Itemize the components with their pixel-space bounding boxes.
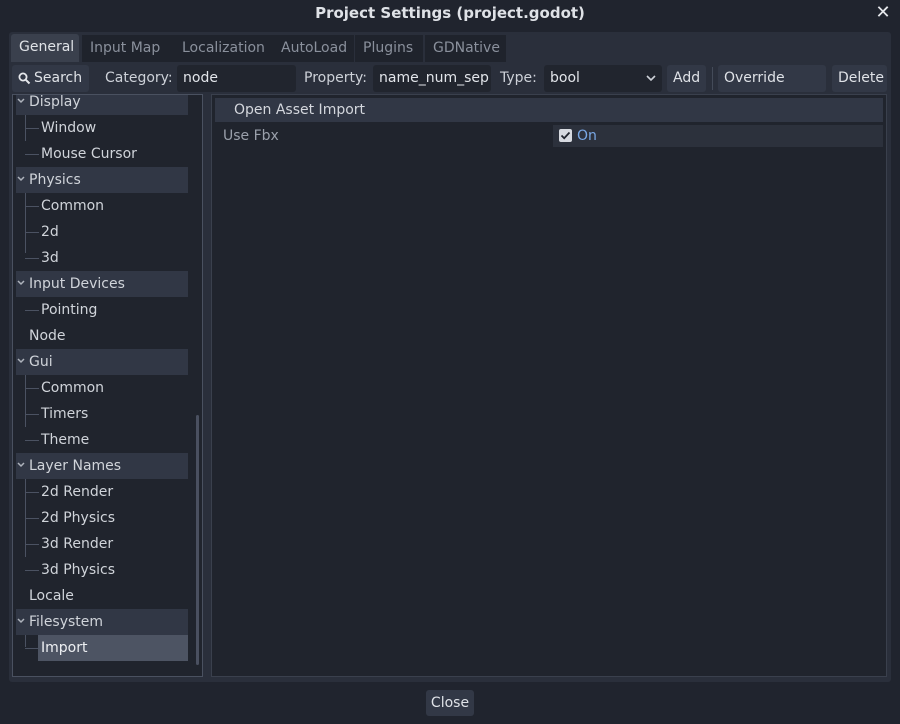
tree-item-3d[interactable]: 3d xyxy=(16,245,188,271)
tree-guide xyxy=(25,544,39,545)
tree-item-filesystem[interactable]: Filesystem xyxy=(16,609,188,635)
tree-item-2d-render[interactable]: 2d Render xyxy=(16,479,188,505)
tree-item-3d-physics[interactable]: 3d Physics xyxy=(16,557,188,583)
tree-guide xyxy=(25,570,39,571)
tree-scrollbar[interactable] xyxy=(196,415,199,665)
tree-item-2d-physics[interactable]: 2d Physics xyxy=(16,505,188,531)
settings-tree[interactable]: Display Window Mouse Cursor Physics Comm… xyxy=(12,94,203,677)
tree-item-input-devices[interactable]: Input Devices xyxy=(16,271,188,297)
tab-input-map[interactable]: Input Map xyxy=(82,35,175,62)
settings-panel: General Input Map Localization AutoLoad … xyxy=(9,32,891,682)
delete-button[interactable]: Delete xyxy=(832,65,887,92)
tree-guide xyxy=(25,388,39,389)
tree-item-physics-common[interactable]: Common xyxy=(16,193,188,219)
tree-item-import-selected: Import xyxy=(38,635,188,661)
check-icon xyxy=(560,131,571,140)
toolbar-separator xyxy=(712,67,713,90)
chevron-down-icon xyxy=(17,98,25,104)
tree-item-locale[interactable]: Locale xyxy=(16,583,188,609)
tree-item-pointing[interactable]: Pointing xyxy=(16,297,188,323)
tree-item-2d[interactable]: 2d xyxy=(16,219,188,245)
property-field[interactable]: name_num_sep xyxy=(373,65,491,92)
tab-gdnative[interactable]: GDNative xyxy=(425,35,506,62)
property-value-toggle[interactable]: On xyxy=(553,125,883,147)
chevron-down-icon xyxy=(17,358,25,364)
chevron-down-icon xyxy=(17,176,25,182)
tab-general[interactable]: General xyxy=(11,34,79,62)
checkbox-checked[interactable] xyxy=(559,129,572,142)
tree-guide xyxy=(25,128,39,129)
chevron-down-icon xyxy=(17,462,25,468)
chevron-down-icon xyxy=(17,280,25,286)
type-value: bool xyxy=(550,70,580,86)
close-button[interactable]: Close xyxy=(426,690,474,716)
tree-guide xyxy=(25,518,39,519)
section-header[interactable]: Open Asset Import xyxy=(215,98,883,122)
tree-item-window[interactable]: Window xyxy=(16,115,188,141)
category-field[interactable]: node xyxy=(177,65,296,92)
tree-guide xyxy=(25,232,39,233)
type-label: Type: xyxy=(500,70,537,86)
tree-item-3d-render[interactable]: 3d Render xyxy=(16,531,188,557)
search-button[interactable]: Search xyxy=(12,65,89,92)
tree-item-timers[interactable]: Timers xyxy=(16,401,188,427)
tab-localization[interactable]: Localization xyxy=(174,35,274,62)
tree-item-gui[interactable]: Gui xyxy=(16,349,188,375)
search-label: Search xyxy=(34,70,83,86)
property-value-label: On xyxy=(577,128,597,144)
tree-item-layer-names[interactable]: Layer Names xyxy=(16,453,188,479)
add-button[interactable]: Add xyxy=(667,65,706,92)
tree-item-display[interactable]: Display xyxy=(16,95,188,115)
type-select[interactable]: bool xyxy=(544,65,662,92)
tree-guide xyxy=(25,414,39,415)
toolbar: Search Category: node Property: name_num… xyxy=(9,64,891,113)
property-name: Use Fbx xyxy=(223,128,279,144)
tab-autoload[interactable]: AutoLoad xyxy=(273,35,354,62)
tree-guide xyxy=(25,258,39,259)
close-icon[interactable]: ✕ xyxy=(872,1,894,25)
tree-guide xyxy=(25,648,39,649)
tree-guide xyxy=(25,206,39,207)
tree-guide xyxy=(25,310,39,311)
property-row: Use Fbx On xyxy=(215,123,883,149)
tree-item-physics[interactable]: Physics xyxy=(16,167,188,193)
category-label: Category: xyxy=(105,70,173,86)
tab-bar: General Input Map Localization AutoLoad … xyxy=(9,32,891,62)
tree-item-mouse-cursor[interactable]: Mouse Cursor xyxy=(16,141,188,167)
tab-plugins[interactable]: Plugins xyxy=(355,35,423,62)
tree-guide xyxy=(25,492,39,493)
title-bar: Project Settings (project.godot) ✕ xyxy=(0,0,900,28)
property-inspector: Open Asset Import Use Fbx On xyxy=(211,94,887,677)
search-icon xyxy=(18,72,31,85)
property-label: Property: xyxy=(304,70,367,86)
window-title: Project Settings (project.godot) xyxy=(315,4,585,22)
override-for-button[interactable]: Override For... xyxy=(718,65,826,113)
tree-item-gui-common[interactable]: Common xyxy=(16,375,188,401)
tree-item-theme[interactable]: Theme xyxy=(16,427,188,453)
tree-guide xyxy=(25,154,39,155)
chevron-down-icon xyxy=(17,618,25,624)
chevron-down-icon xyxy=(646,75,656,82)
tree-item-import[interactable]: Import xyxy=(16,635,188,661)
tree-item-node[interactable]: Node xyxy=(16,323,188,349)
tree-guide xyxy=(25,440,39,441)
